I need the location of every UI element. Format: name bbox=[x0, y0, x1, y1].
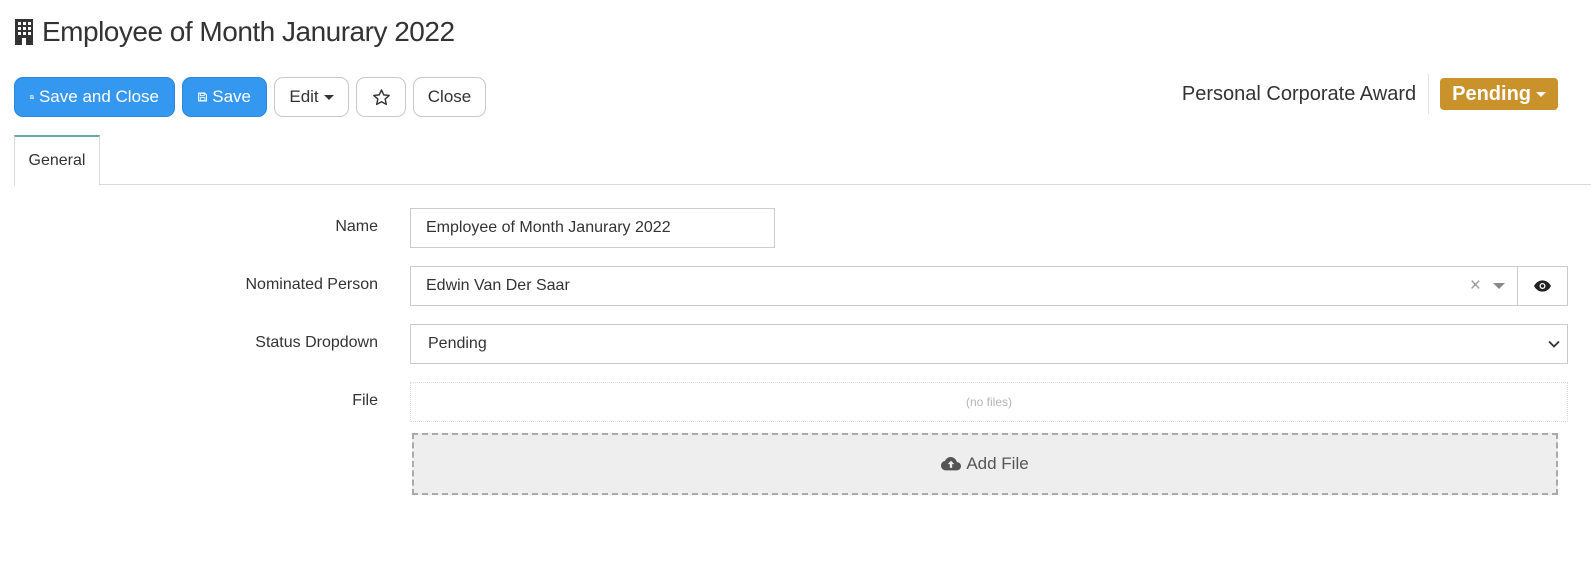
save-label: Save bbox=[212, 87, 251, 106]
add-file-button[interactable]: Add File bbox=[412, 433, 1558, 495]
status-dropdown-label: Status Dropdown bbox=[255, 334, 378, 351]
save-and-close-label: Save and Close bbox=[38, 87, 159, 106]
page-header: Employee of Month Janurary 2022 bbox=[14, 14, 455, 50]
clear-icon[interactable]: × bbox=[1470, 275, 1481, 297]
no-files-text: (no files) bbox=[965, 395, 1012, 409]
name-label: Name bbox=[335, 218, 378, 235]
name-input[interactable]: Employee of Month Janurary 2022 bbox=[410, 208, 775, 248]
status-select[interactable]: Pending bbox=[410, 324, 1568, 364]
chevron-down-icon bbox=[1548, 340, 1560, 348]
nominated-person-label: Nominated Person bbox=[245, 276, 378, 293]
status-select-value: Pending bbox=[428, 335, 487, 352]
status-dropdown-button[interactable]: Pending bbox=[1440, 78, 1558, 110]
edit-label: Edit bbox=[289, 87, 319, 106]
caret-down-icon bbox=[323, 94, 334, 100]
close-label: Close bbox=[427, 87, 472, 106]
favorite-button[interactable] bbox=[356, 77, 406, 117]
star-icon bbox=[372, 88, 390, 105]
eye-icon bbox=[1534, 280, 1551, 292]
award-type-label: Personal Corporate Award bbox=[1181, 82, 1417, 105]
divider bbox=[1428, 74, 1430, 114]
caret-down-icon bbox=[1536, 91, 1546, 97]
building-icon bbox=[14, 18, 34, 46]
view-person-button[interactable] bbox=[1517, 266, 1568, 306]
page-title: Employee of Month Janurary 2022 bbox=[42, 16, 455, 47]
tab-general[interactable]: General bbox=[14, 135, 100, 186]
status-label: Pending bbox=[1452, 82, 1531, 105]
floppy-disk-icon bbox=[198, 92, 208, 102]
nominated-person-select[interactable]: Edwin Van Der Saar × bbox=[410, 266, 1518, 306]
record-header-info: Personal Corporate Award Pending bbox=[1182, 74, 1558, 114]
file-list: (no files) bbox=[410, 382, 1568, 422]
save-button[interactable]: Save bbox=[182, 77, 267, 117]
nominated-person-value: Edwin Van Der Saar bbox=[426, 277, 570, 294]
cloud-upload-icon bbox=[941, 456, 962, 470]
save-and-close-button[interactable]: Save and Close bbox=[14, 77, 175, 117]
tab-bar: General bbox=[14, 135, 1591, 186]
dropdown-arrow-icon[interactable] bbox=[1493, 283, 1505, 289]
name-value: Employee of Month Janurary 2022 bbox=[426, 219, 671, 236]
toolbar: Save and Close Save Edit Close bbox=[14, 77, 486, 117]
tab-general-label: General bbox=[28, 152, 86, 169]
add-file-label: Add File bbox=[966, 454, 1029, 473]
file-label: File bbox=[352, 392, 378, 409]
floppy-disk-icon bbox=[30, 95, 34, 99]
edit-dropdown-button[interactable]: Edit bbox=[274, 77, 349, 117]
close-button[interactable]: Close bbox=[413, 77, 486, 117]
